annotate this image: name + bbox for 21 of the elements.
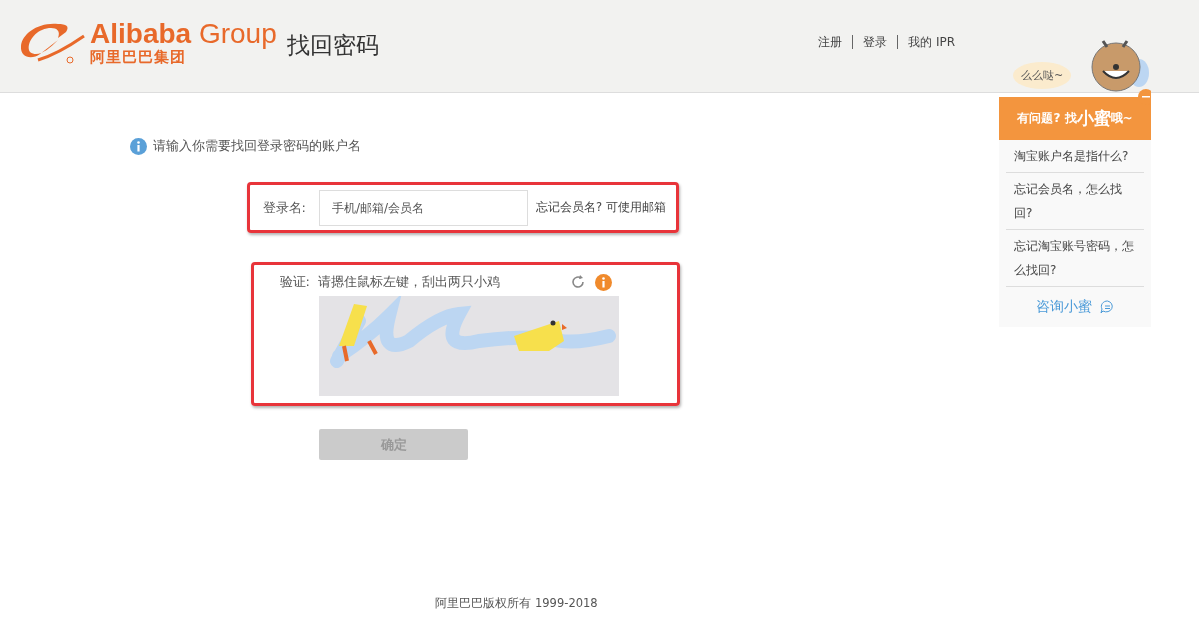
nav-link[interactable]: 我的 IPR	[897, 35, 965, 49]
account-input[interactable]: 手机/邮箱/会员名	[319, 189, 528, 226]
copyright-text: 阿里巴巴版权所有 1999-2018	[435, 596, 598, 610]
chat-icon	[1099, 300, 1115, 314]
help-panel-title: 有问题? 找小蜜哦~	[999, 97, 1151, 140]
logo-chinese: 阿里巴巴集团	[90, 48, 187, 66]
help-question-link[interactable]: 淘宝账户名是指什么?	[1006, 140, 1144, 173]
info-icon	[595, 273, 612, 291]
refresh-icon[interactable]	[570, 274, 586, 290]
info-icon	[130, 137, 147, 155]
help-question-link[interactable]: 忘记会员名，怎么找回?	[1006, 173, 1144, 230]
nav-link[interactable]: 登录	[852, 35, 898, 49]
help-question-link[interactable]: 忘记淘宝账号密码，怎么找回?	[1006, 230, 1144, 287]
nav-link[interactable]: 注册	[808, 35, 853, 49]
account-label: 登录名:	[261, 198, 306, 217]
captcha-instruction: 请摁住鼠标左键，刮出两只小鸡	[318, 273, 501, 291]
intro-text: 请输入你需要找回登录密码的账户名	[153, 137, 361, 155]
verify-label: 验证:	[278, 273, 310, 291]
forgot-username-link[interactable]: 忘记会员名? 可使用邮箱	[536, 200, 666, 215]
logo-wordmark: Alibaba Group	[90, 20, 277, 48]
page-title: 找回密码	[286, 31, 379, 60]
